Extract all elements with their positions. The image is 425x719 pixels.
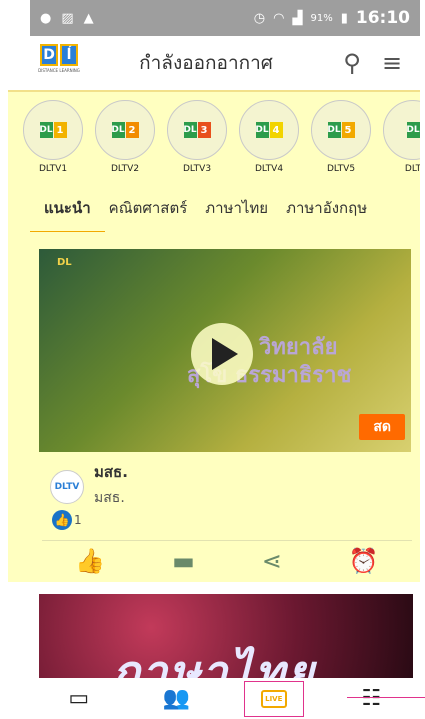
video-player[interactable]: DL วิทยาลัย สุโข ธรรมาธิราช สด [39, 249, 411, 452]
play-icon [212, 338, 238, 370]
thumbs-up-icon: 👍 [52, 510, 72, 530]
battery-percent: 91% [310, 12, 333, 24]
category-tabs: แนะนำ คณิตศาสตร์ ภาษาไทย ภาษาอังกฤษ [30, 196, 420, 232]
play-button[interactable] [191, 323, 253, 385]
avatar[interactable]: DLTV [50, 470, 84, 504]
live-badge: สด [359, 414, 405, 440]
channel-logo: DL 5 [311, 100, 371, 160]
warning-icon: ▲ [83, 10, 94, 26]
channel-logo: DL 4 [239, 100, 299, 160]
channel-label: DLTV3 [182, 164, 212, 174]
video-thumbnail[interactable]: ภาษาไทย [39, 594, 413, 678]
comment-icon[interactable]: ▬ [172, 547, 195, 575]
nav-live[interactable]: LIVE [243, 680, 304, 717]
tab-recommended[interactable]: แนะนำ [30, 196, 105, 232]
channel-item[interactable]: DL 1 DLTV1 [22, 100, 84, 180]
people-icon: 👥 [162, 686, 190, 711]
channel-logo: DL 2 [95, 100, 155, 160]
tab-english[interactable]: ภาษาอังกฤษ [286, 196, 367, 232]
image-icon: ▨ [61, 10, 74, 26]
alarm-icon: ◷ [253, 10, 266, 26]
chat-icon: ● [40, 10, 52, 26]
share-icon[interactable]: ⋖ [262, 547, 282, 575]
channel-logo: DL 1 [23, 100, 83, 160]
app-header: Dĺ DISTANCE LEARNING กำลังออกอากาศ ⚲ ≡ [30, 36, 420, 90]
battery-icon: ▮ [340, 10, 348, 26]
alarm-clock-icon[interactable]: ⏰ [349, 547, 379, 575]
window-icon: ▭ [68, 686, 90, 711]
channel-label: DLT [404, 164, 420, 174]
app-logo[interactable]: Dĺ DISTANCE LEARNING [38, 44, 80, 82]
action-bar: 👍 ▬ ⋖ ⏰ [42, 540, 412, 580]
live-tv-icon: LIVE [260, 689, 287, 708]
channel-item[interactable]: DL 4 DLTV4 [238, 100, 300, 180]
channel-item[interactable]: DL 3 DLTV3 [166, 100, 228, 180]
highlight-line [347, 697, 425, 698]
channel-item[interactable]: DL DLT [382, 100, 420, 180]
channel-logo: DL [383, 100, 420, 160]
channel-label: DLTV1 [38, 164, 68, 174]
bottom-nav: ▭ 👥 LIVE ☷ [30, 678, 420, 719]
tab-thai[interactable]: ภาษาไทย [205, 196, 268, 232]
channel-label: DLTV5 [326, 164, 356, 174]
wifi-icon: ◠ [273, 10, 285, 26]
nav-community[interactable]: 👥 [146, 681, 206, 717]
channel-item[interactable]: DL 5 DLTV5 [310, 100, 372, 180]
channel-info: DLTV มสธ. มสธ. [50, 460, 128, 509]
menu-icon[interactable]: ≡ [372, 49, 412, 77]
channel-subtitle: มสธ. [94, 490, 125, 506]
channel-label: DLTV2 [110, 164, 140, 174]
like-icon[interactable]: 👍 [75, 547, 105, 575]
nav-schedule[interactable]: ▭ [49, 681, 109, 717]
channel-list: DL 1 DLTV1 DL 2 DLTV2 DL 3 DLTV3 DL 4 DLTV4 … [22, 100, 420, 180]
books-icon: ☷ [361, 686, 382, 711]
video-watermark: DL [57, 257, 72, 268]
tab-math[interactable]: คณิตศาสตร์ [109, 196, 188, 232]
channel-name: มสธ. [94, 463, 128, 481]
channel-label: DLTV4 [254, 164, 284, 174]
signal-icon: ▟ [292, 10, 303, 26]
like-count: 1 [74, 513, 82, 527]
search-icon[interactable]: ⚲ [332, 49, 372, 77]
status-bar: ● ▨ ▲ ◷ ◠ ▟ 91% ▮ 16:10 [30, 0, 420, 36]
nav-library[interactable]: ☷ [341, 681, 401, 717]
clock: 16:10 [355, 8, 410, 28]
like-counter: 👍 1 [52, 510, 82, 530]
channel-item[interactable]: DL 2 DLTV2 [94, 100, 156, 180]
channel-logo: DL 3 [167, 100, 227, 160]
thumbnail-title: ภาษาไทย [109, 645, 316, 678]
page-title: กำลังออกอากาศ [139, 52, 273, 74]
